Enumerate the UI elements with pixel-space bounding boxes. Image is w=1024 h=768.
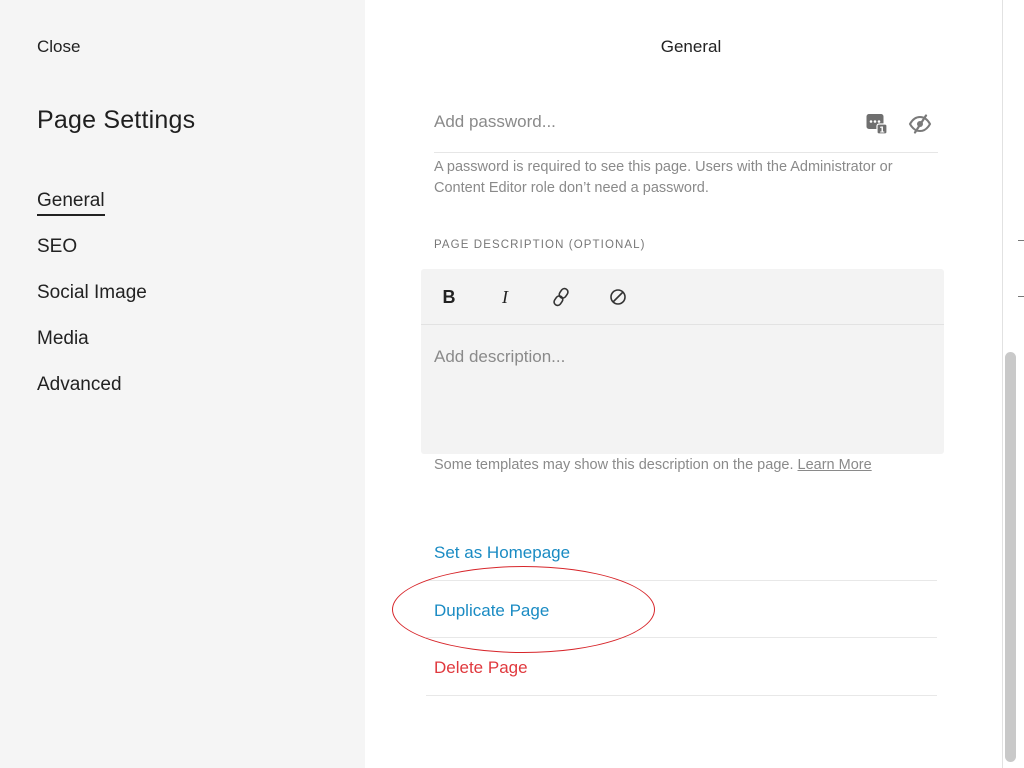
bold-button[interactable]: B [437,285,461,309]
eye-slash-icon[interactable] [908,112,932,136]
delete-page-button[interactable]: Delete Page [426,638,937,696]
link-icon[interactable] [549,285,573,309]
set-homepage-button[interactable]: Set as Homepage [426,523,937,581]
password-help-text: A password is required to see this page.… [434,159,893,196]
sidebar-item-label: SEO [37,236,78,257]
italic-button[interactable]: I [493,285,517,309]
sidebar-item-label: Social Image [37,282,147,303]
sidebar: Close Page Settings General SEO Social I… [0,0,365,768]
delete-page-label: Delete Page [434,658,528,677]
edge-divider [1018,240,1024,241]
page-title: Page Settings [37,106,196,134]
password-row: 1 [434,100,938,153]
close-button[interactable]: Close [37,37,80,57]
sidebar-nav: General SEO Social Image Media Advanced [37,188,147,418]
section-title: General [660,37,722,56]
duplicate-page-label: Duplicate Page [434,600,550,620]
sidebar-item-social-image[interactable]: Social Image [37,280,147,326]
sidebar-item-media[interactable]: Media [37,326,147,372]
sidebar-item-label: Media [37,328,89,349]
password-manager-icon[interactable]: 1 [865,112,889,136]
description-input[interactable] [434,347,924,437]
clear-format-icon[interactable] [606,285,630,309]
sidebar-item-label: Advanced [37,374,122,395]
description-help: Some templates may show this description… [434,457,872,473]
scrollbar-thumb[interactable] [1005,352,1016,762]
editor-toolbar: B I [421,269,944,325]
main-panel: General 1 A password is required to see … [365,0,1002,768]
sidebar-item-general[interactable]: General [37,188,147,234]
duplicate-page-button[interactable]: Duplicate Page [426,581,937,638]
set-homepage-label: Set as Homepage [434,543,571,562]
svg-text:1: 1 [879,126,885,135]
description-label: PAGE DESCRIPTION (OPTIONAL) [434,239,646,251]
learn-more-link[interactable]: Learn More [798,457,872,473]
sidebar-item-advanced[interactable]: Advanced [37,372,147,418]
password-input[interactable] [434,112,834,132]
sidebar-item-seo[interactable]: SEO [37,234,147,280]
description-help-text: Some templates may show this description… [434,457,794,473]
description-editor: B I [421,269,944,454]
sidebar-item-label: General [37,190,105,216]
page-actions: Set as Homepage Duplicate Page Delete Pa… [426,523,937,696]
edge-divider [1018,296,1024,297]
